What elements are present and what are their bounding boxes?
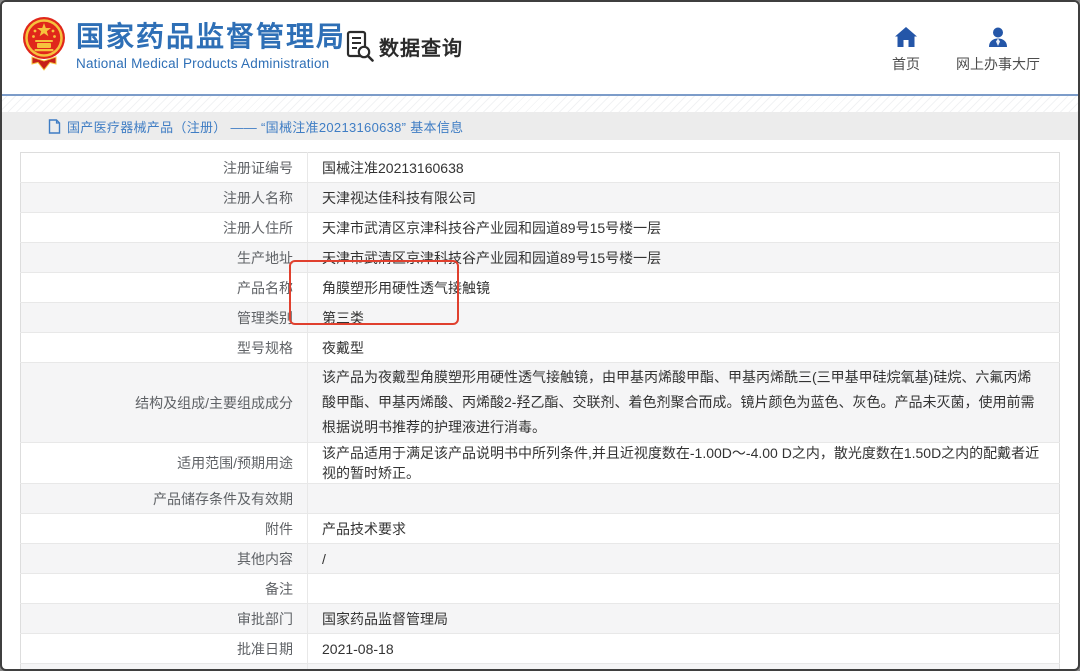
row-label: 有效期至 — [21, 664, 308, 671]
table-row: 管理类别第三类 — [21, 303, 1060, 333]
org-name-en: National Medical Products Administration — [76, 56, 346, 71]
row-value: 天津视达佳科技有限公司 — [308, 183, 1060, 213]
row-label: 产品名称 — [21, 273, 308, 303]
table-row: 注册证编号国械注准20213160638 — [21, 153, 1060, 183]
data-query-tab[interactable]: 数据查询 — [346, 30, 463, 62]
data-query-label: 数据查询 — [379, 32, 463, 61]
table-row: 生产地址天津市武清区京津科技谷产业园和园道89号15号楼一层 — [21, 243, 1060, 273]
row-value: 产品技术要求 — [308, 514, 1060, 544]
row-value: 国械注准20213160638 — [308, 153, 1060, 183]
nav-service-hall[interactable]: 网上办事大厅 — [956, 26, 1040, 74]
main-content: 注册证编号国械注准20213160638注册人名称天津视达佳科技有限公司注册人住… — [2, 140, 1078, 671]
registration-info-table: 注册证编号国械注准20213160638注册人名称天津视达佳科技有限公司注册人住… — [20, 152, 1060, 671]
row-label: 附件 — [21, 514, 308, 544]
table-row: 型号规格夜戴型 — [21, 333, 1060, 363]
breadcrumb-text: 国产医疗器械产品（注册） —— “国械注准20213160638” 基本信息 — [67, 117, 463, 136]
row-label: 备注 — [21, 574, 308, 604]
page: 国家药品监督管理局 National Medical Products Admi… — [0, 0, 1080, 671]
row-value: 该产品为夜戴型角膜塑形用硬性透气接触镜，由甲基丙烯酸甲酯、甲基丙烯酰三(三甲基甲… — [308, 363, 1060, 443]
hatched-divider — [2, 96, 1078, 112]
row-label: 管理类别 — [21, 303, 308, 333]
table-row: 审批部门国家药品监督管理局 — [21, 604, 1060, 634]
info-table-body: 注册证编号国械注准20213160638注册人名称天津视达佳科技有限公司注册人住… — [21, 153, 1060, 671]
nmpa-emblem-logo — [22, 14, 66, 72]
row-label: 适用范围/预期用途 — [21, 443, 308, 484]
table-row: 产品名称角膜塑形用硬性透气接触镜 — [21, 273, 1060, 303]
row-value: 2026-08-17 — [308, 664, 1060, 671]
nav-home-label: 首页 — [892, 54, 920, 74]
table-row: 附件产品技术要求 — [21, 514, 1060, 544]
row-value: 第三类 — [308, 303, 1060, 333]
document-icon — [48, 119, 61, 134]
row-label: 产品储存条件及有效期 — [21, 484, 308, 514]
site-header: 国家药品监督管理局 National Medical Products Admi… — [2, 2, 1078, 96]
breadcrumb: 国产医疗器械产品（注册） —— “国械注准20213160638” 基本信息 — [2, 112, 1078, 140]
row-label: 注册人名称 — [21, 183, 308, 213]
table-row: 备注 — [21, 574, 1060, 604]
row-label: 批准日期 — [21, 634, 308, 664]
row-label: 其他内容 — [21, 544, 308, 574]
table-row: 适用范围/预期用途该产品适用于满足该产品说明书中所列条件,并且近视度数在-1.0… — [21, 443, 1060, 484]
row-label: 审批部门 — [21, 604, 308, 634]
brand-block: 国家药品监督管理局 National Medical Products Admi… — [76, 20, 346, 71]
table-row: 有效期至2026-08-17 — [21, 664, 1060, 671]
table-row: 其他内容/ — [21, 544, 1060, 574]
row-value: / — [308, 544, 1060, 574]
table-row: 批准日期2021-08-18 — [21, 634, 1060, 664]
row-label: 注册人住所 — [21, 213, 308, 243]
china-national-emblem-icon — [22, 14, 66, 72]
home-icon — [894, 26, 918, 48]
row-value: 天津市武清区京津科技谷产业园和园道89号15号楼一层 — [308, 243, 1060, 273]
org-name-zh: 国家药品监督管理局 — [76, 20, 346, 54]
user-icon — [986, 26, 1010, 48]
row-value — [308, 484, 1060, 514]
row-label: 型号规格 — [21, 333, 308, 363]
row-value: 该产品适用于满足该产品说明书中所列条件,并且近视度数在-1.00D～-4.00 … — [308, 443, 1060, 484]
row-value: 2021-08-18 — [308, 634, 1060, 664]
nav-service-hall-label: 网上办事大厅 — [956, 54, 1040, 74]
nav-home[interactable]: 首页 — [892, 26, 920, 74]
header-nav: 首页 网上办事大厅 — [892, 26, 1040, 74]
row-value — [308, 574, 1060, 604]
table-row: 注册人住所天津市武清区京津科技谷产业园和园道89号15号楼一层 — [21, 213, 1060, 243]
table-row: 产品储存条件及有效期 — [21, 484, 1060, 514]
row-value: 夜戴型 — [308, 333, 1060, 363]
row-value: 国家药品监督管理局 — [308, 604, 1060, 634]
row-label: 生产地址 — [21, 243, 308, 273]
row-value: 角膜塑形用硬性透气接触镜 — [308, 273, 1060, 303]
row-label: 结构及组成/主要组成成分 — [21, 363, 308, 443]
document-search-icon — [346, 30, 375, 62]
row-value: 天津市武清区京津科技谷产业园和园道89号15号楼一层 — [308, 213, 1060, 243]
table-row: 注册人名称天津视达佳科技有限公司 — [21, 183, 1060, 213]
row-label: 注册证编号 — [21, 153, 308, 183]
table-row: 结构及组成/主要组成成分该产品为夜戴型角膜塑形用硬性透气接触镜，由甲基丙烯酸甲酯… — [21, 363, 1060, 443]
